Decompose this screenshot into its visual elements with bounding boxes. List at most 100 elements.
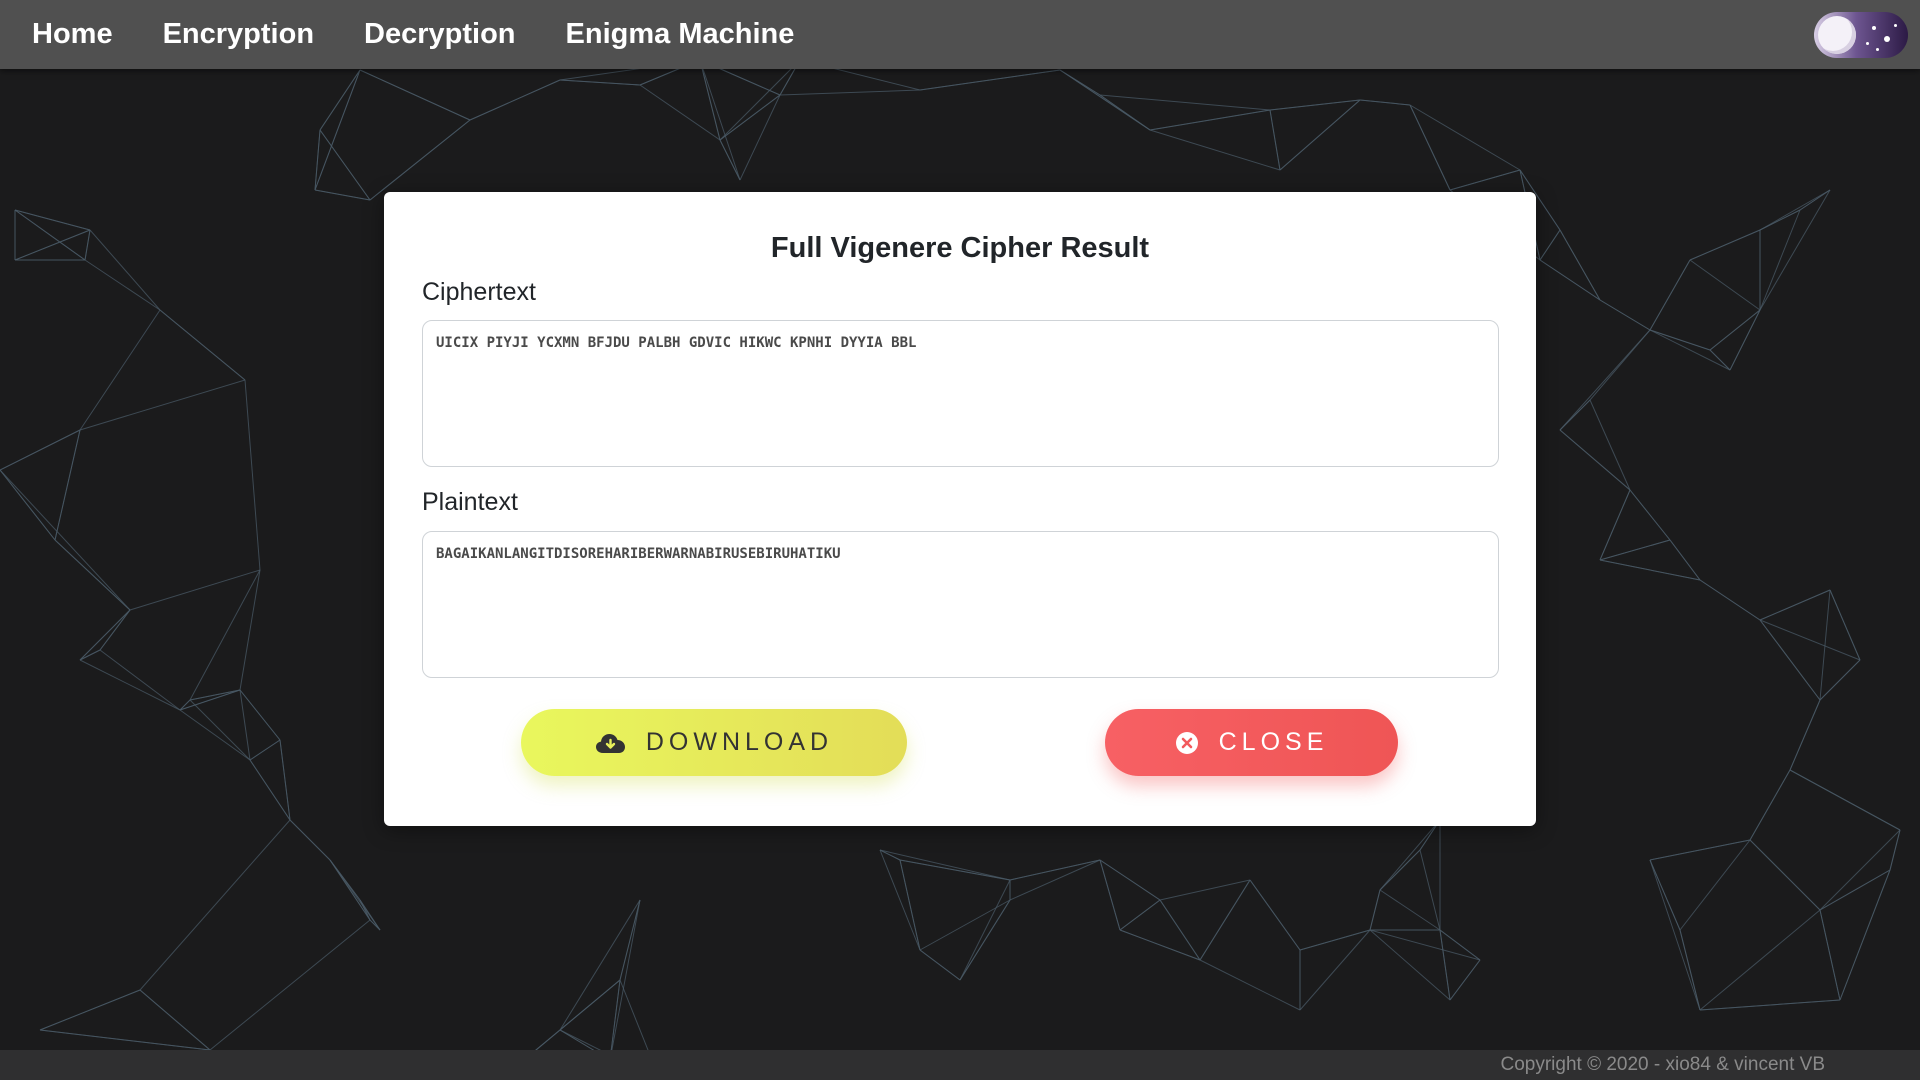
- network-line: [1759, 189, 1831, 311]
- network-line: [1119, 929, 1201, 961]
- network-line: [1359, 99, 1411, 106]
- network-line: [1159, 879, 1251, 901]
- copyright-text: Copyright © 2020 - xio84 & vincent VB: [1500, 1054, 1825, 1075]
- network-line: [314, 189, 371, 201]
- network-line: [1409, 104, 1521, 171]
- network-line: [129, 569, 261, 611]
- network-line: [329, 859, 381, 931]
- network-line: [249, 739, 281, 761]
- star-icon: [1876, 48, 1879, 51]
- network-line: [1439, 929, 1481, 961]
- network-line: [1059, 69, 1151, 131]
- network-line: [1759, 189, 1831, 231]
- network-line: [1649, 329, 1711, 351]
- network-line: [0, 469, 131, 611]
- close-label: CLOSE: [1218, 728, 1329, 756]
- network-line: [79, 659, 181, 711]
- network-line: [919, 69, 1061, 91]
- network-line: [1199, 959, 1301, 1011]
- network-line: [244, 379, 261, 571]
- close-button[interactable]: CLOSE: [1105, 709, 1398, 776]
- network-line: [319, 69, 361, 131]
- network-line: [359, 69, 471, 121]
- network-line: [1589, 399, 1631, 491]
- network-line: [1539, 259, 1601, 301]
- network-line: [1299, 929, 1371, 951]
- network-line: [179, 709, 251, 761]
- network-line: [1599, 559, 1701, 581]
- network-line: [54, 539, 131, 611]
- network-line: [1689, 229, 1761, 261]
- network-line: [1679, 929, 1701, 1011]
- network-line: [1559, 229, 1601, 301]
- network-line: [1009, 859, 1101, 881]
- star-icon: [1866, 42, 1869, 45]
- network-line: [1699, 999, 1841, 1011]
- network-line: [899, 859, 1011, 881]
- network-line: [1759, 589, 1831, 621]
- network-line: [1599, 489, 1631, 561]
- network-line: [1439, 929, 1451, 1001]
- plaintext-label: Plaintext: [422, 488, 518, 516]
- network-line: [289, 819, 331, 861]
- result-modal: Full Vigenere Cipher Result Ciphertext U…: [384, 192, 1536, 826]
- network-line: [1149, 129, 1281, 171]
- network-line: [1099, 859, 1161, 901]
- network-line: [139, 989, 211, 1051]
- plaintext-output[interactable]: BAGAIKANLANGITDISOREHARIBERWARNABIRUSEBI…: [422, 531, 1499, 678]
- network-line: [1559, 429, 1631, 491]
- navbar: Home Encryption Decryption Enigma Machin…: [0, 0, 1920, 69]
- network-line: [1699, 579, 1761, 621]
- network-line: [79, 379, 246, 431]
- star-icon: [1872, 26, 1876, 30]
- network-line: [1819, 869, 1891, 911]
- cloud-download-icon: [595, 732, 626, 754]
- network-line: [879, 849, 1011, 881]
- star-icon: [1884, 36, 1890, 42]
- nav-decryption[interactable]: Decryption: [364, 18, 515, 51]
- network-line: [899, 859, 921, 951]
- network-line: [1409, 104, 1451, 191]
- nav-home[interactable]: Home: [32, 18, 113, 51]
- network-line: [959, 879, 1011, 981]
- network-line: [179, 689, 241, 711]
- network-line: [14, 209, 91, 231]
- ciphertext-label: Ciphertext: [422, 278, 536, 306]
- network-line: [559, 79, 641, 86]
- network-line: [1709, 309, 1761, 351]
- network-line: [79, 649, 101, 661]
- network-line: [1669, 539, 1701, 581]
- network-line: [1269, 99, 1361, 111]
- network-line: [1649, 839, 1751, 861]
- network-line: [1729, 309, 1761, 371]
- network-line: [1149, 109, 1271, 131]
- network-line: [319, 129, 371, 201]
- network-line: [1599, 539, 1671, 561]
- network-line: [84, 229, 91, 261]
- network-line: [1649, 859, 1681, 931]
- ciphertext-output[interactable]: UICIX PIYJI YCXMN BFJDU PALBH GDVIC HIKW…: [422, 320, 1499, 467]
- network-line: [314, 129, 321, 191]
- network-line: [1599, 299, 1651, 331]
- network-line: [919, 949, 961, 981]
- network-line: [1449, 959, 1481, 1001]
- network-line: [1009, 859, 1101, 901]
- network-line: [54, 429, 81, 541]
- theme-toggle[interactable]: [1814, 12, 1908, 58]
- network-line: [1679, 839, 1751, 931]
- nav-encryption[interactable]: Encryption: [163, 18, 314, 51]
- network-line: [1749, 839, 1821, 911]
- network-line: [1249, 879, 1301, 951]
- network-line: [1649, 259, 1691, 331]
- network-line: [779, 89, 921, 96]
- network-line: [139, 819, 291, 991]
- download-button[interactable]: DOWNLOAD: [521, 709, 907, 776]
- network-line: [1279, 99, 1361, 171]
- network-line: [0, 429, 81, 471]
- nav-enigma-machine[interactable]: Enigma Machine: [566, 18, 795, 51]
- network-line: [369, 119, 471, 201]
- network-line: [1819, 909, 1841, 1001]
- network-line: [159, 309, 246, 381]
- network-line: [189, 699, 251, 761]
- network-line: [1759, 209, 1801, 311]
